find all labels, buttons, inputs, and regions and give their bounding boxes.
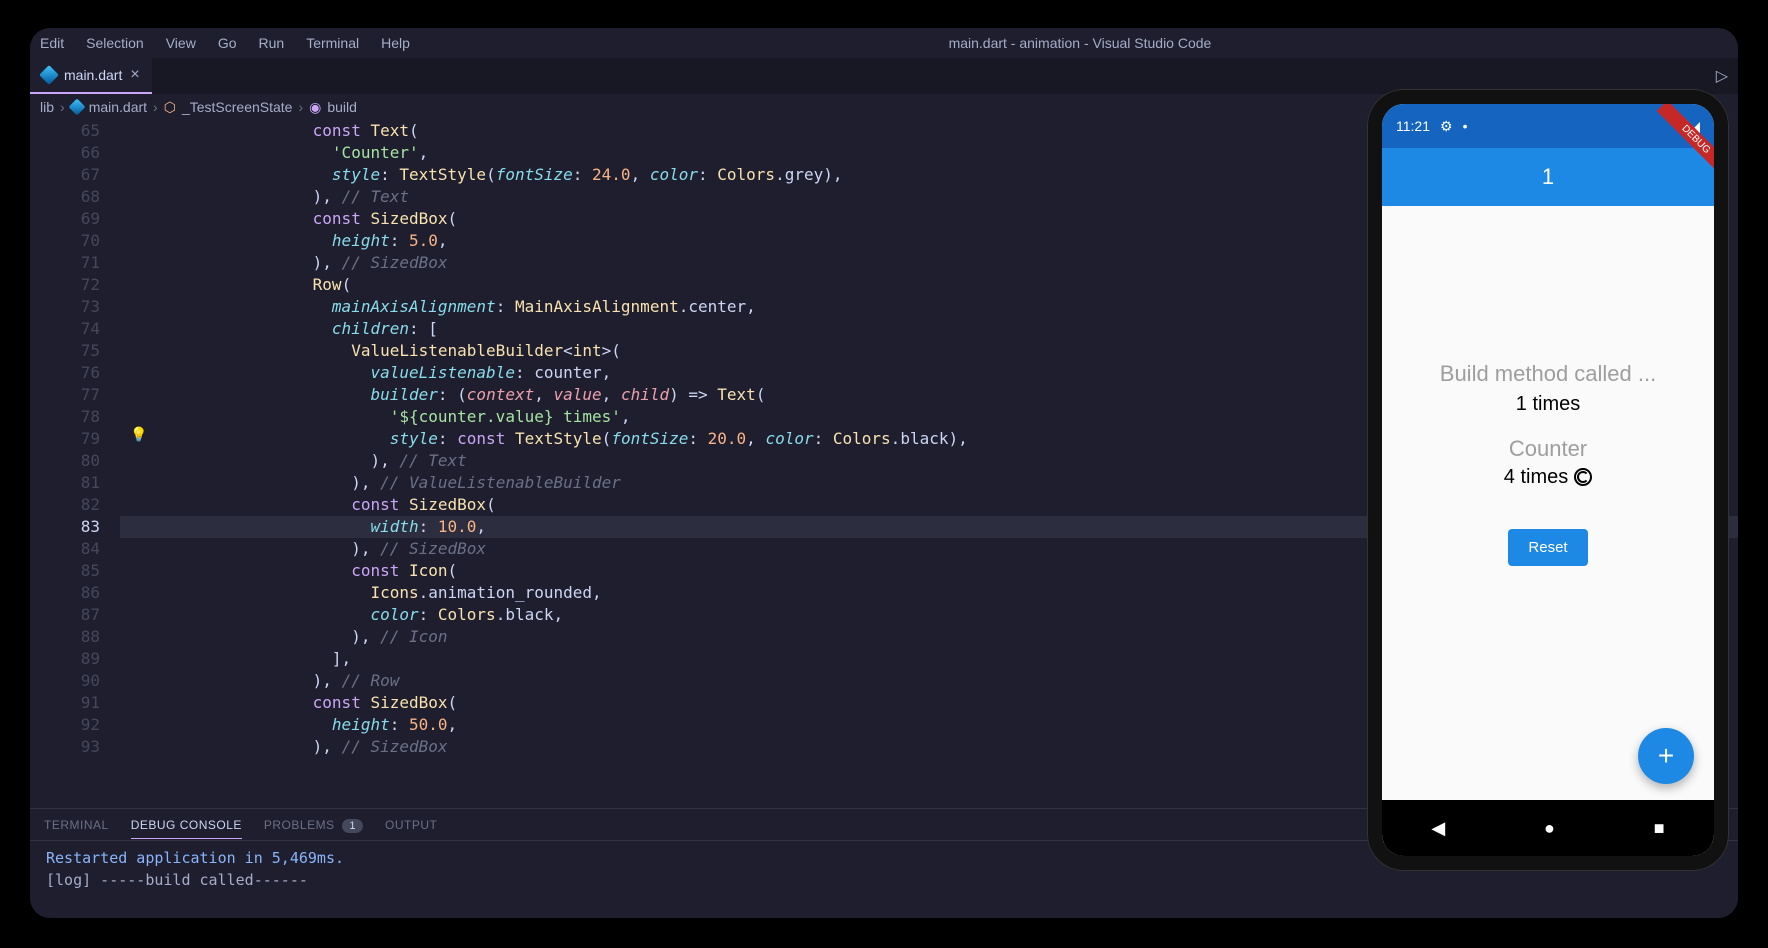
console-line: [log] -----build called------: [46, 869, 1722, 891]
log-body: -----build called------: [91, 871, 308, 889]
gear-icon: ⚙: [1440, 118, 1453, 135]
menubar: Edit Selection View Go Run Terminal Help…: [30, 28, 1738, 58]
problems-count-badge: 1: [342, 819, 363, 833]
menu-help[interactable]: Help: [381, 35, 410, 51]
nav-home-icon[interactable]: ●: [1544, 818, 1555, 839]
breadcrumb-method[interactable]: build: [327, 99, 357, 115]
panel-tab-terminal[interactable]: TERMINAL: [44, 818, 109, 832]
problems-label: PROBLEMS: [264, 818, 335, 832]
breadcrumb-class[interactable]: _TestScreenState: [182, 99, 293, 115]
counter-value: 4 times: [1504, 466, 1568, 489]
status-time: 11:21: [1396, 118, 1430, 134]
log-prefix: [log]: [46, 871, 91, 889]
chevron-icon: ›: [153, 99, 158, 115]
reset-button[interactable]: Reset: [1508, 529, 1587, 566]
panel-tab-debug-console[interactable]: DEBUG CONSOLE: [131, 818, 242, 839]
method-icon: ◉: [309, 99, 321, 116]
menu-run[interactable]: Run: [259, 35, 285, 51]
breadcrumb-file[interactable]: main.dart: [89, 99, 147, 115]
window-title: main.dart - animation - Visual Studio Co…: [949, 35, 1212, 51]
build-method-value: 1 times: [1516, 393, 1580, 416]
panel-tab-problems[interactable]: PROBLEMS 1: [264, 818, 363, 832]
dart-file-icon: [68, 99, 85, 116]
tab-filename: main.dart: [64, 67, 122, 83]
breadcrumb-folder[interactable]: lib: [40, 99, 54, 115]
android-navbar: ◀ ● ■: [1382, 800, 1714, 856]
dot-icon: •: [1463, 118, 1468, 134]
tab-main-dart[interactable]: main.dart ×: [30, 58, 152, 94]
run-icon[interactable]: ▷: [1716, 66, 1728, 86]
nav-back-icon[interactable]: ◀: [1431, 818, 1445, 839]
animation-icon: [1574, 468, 1592, 486]
class-icon: ⬡: [164, 99, 176, 116]
menu-view[interactable]: View: [166, 35, 196, 51]
panel-tab-output[interactable]: OUTPUT: [385, 818, 437, 832]
chevron-icon: ›: [60, 99, 65, 115]
chevron-icon: ›: [298, 99, 303, 115]
menu-edit[interactable]: Edit: [40, 35, 64, 51]
fab-add-button[interactable]: +: [1638, 728, 1694, 784]
menu-selection[interactable]: Selection: [86, 35, 144, 51]
counter-value-row: 4 times: [1504, 466, 1592, 489]
plus-icon: +: [1658, 740, 1674, 772]
phone-appbar: 1: [1382, 148, 1714, 206]
line-number-gutter: 6566676869707172737475767778798081828384…: [30, 120, 120, 808]
editor-tabbar: main.dart × ▷: [30, 58, 1738, 94]
phone-body: Build method called ... 1 times Counter …: [1382, 206, 1714, 800]
nav-recent-icon[interactable]: ■: [1654, 818, 1665, 839]
tab-close-icon[interactable]: ×: [130, 66, 139, 84]
menu-terminal[interactable]: Terminal: [306, 35, 359, 51]
appbar-title: 1: [1542, 164, 1554, 190]
counter-label: Counter: [1509, 436, 1587, 462]
menu-go[interactable]: Go: [218, 35, 237, 51]
dart-file-icon: [39, 65, 59, 85]
device-emulator: DEBUG 11:21 ⚙ • ▾ ◢ 1 Build method calle…: [1368, 90, 1728, 870]
build-method-label: Build method called ...: [1440, 361, 1656, 387]
